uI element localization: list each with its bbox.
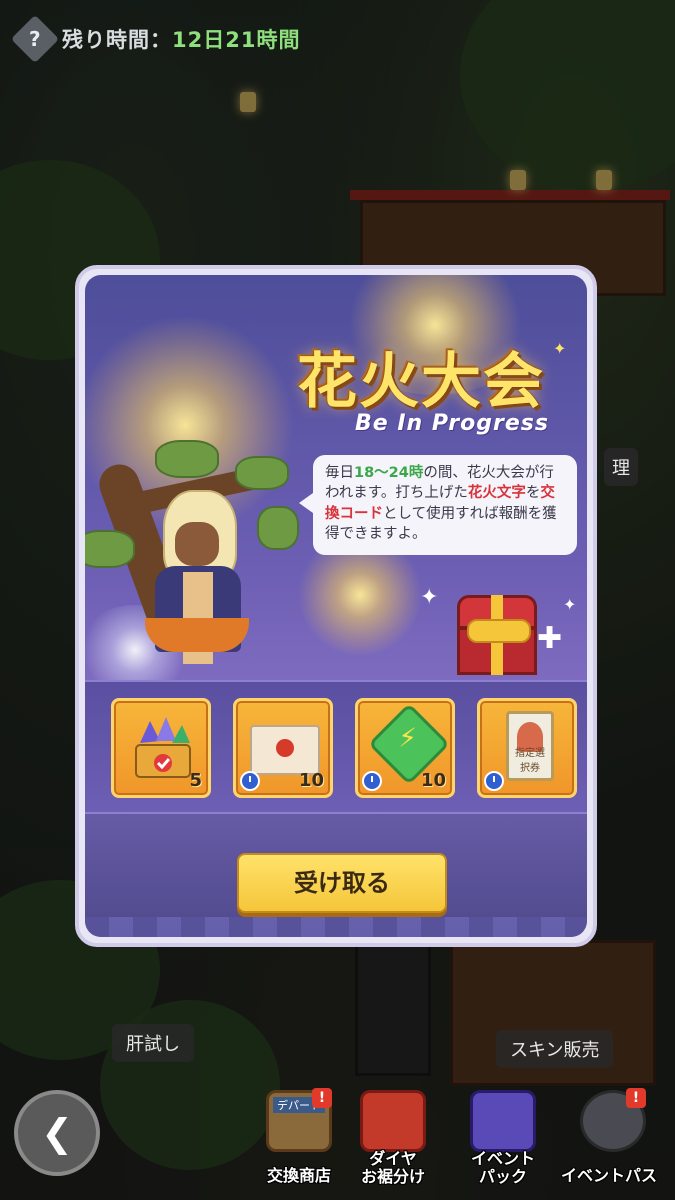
popup-footer-decoration: [85, 917, 587, 937]
chest-gold: [467, 619, 531, 643]
red-envelope-icon: [360, 1090, 426, 1152]
gift-box-icon: [470, 1090, 536, 1152]
leaf: [85, 530, 135, 568]
sealed-letter-icon: [250, 725, 320, 775]
map-label-test-of-courage[interactable]: 肝試し: [112, 1024, 194, 1062]
desc-hours: 18〜24時: [354, 465, 424, 481]
reward-count: 5: [189, 770, 202, 791]
diamond-share-label: ダイヤ お裾分け: [360, 1149, 425, 1186]
ticket-label: 指定選択券: [515, 748, 545, 774]
event-pass-button[interactable]: ! イベントパス: [558, 1080, 668, 1192]
timer-label: 残り時間：: [62, 28, 172, 52]
event-subtitle: Be In Progress: [355, 411, 549, 436]
clock-icon: [484, 771, 504, 791]
map-label-partial[interactable]: 理: [604, 448, 638, 486]
character-cape: [145, 618, 249, 652]
treasure-chest-icon: [457, 595, 537, 675]
event-character: [85, 440, 299, 670]
leaf: [257, 506, 299, 550]
selection-ticket-icon: 指定選択券: [506, 711, 554, 781]
reward-item-energy[interactable]: 10: [355, 698, 455, 798]
diamond-share-button[interactable]: ダイヤ お裾分け: [338, 1080, 448, 1192]
desc-text: を: [525, 485, 541, 502]
timer-value: 12日21時間: [172, 28, 301, 52]
reward-item-letter[interactable]: 10: [233, 698, 333, 798]
event-pass-label: イベントパス: [560, 1166, 657, 1185]
event-banner: ✦ ✦ ✚ ✦ 花火大会 Be In Progress 毎日18〜24時の間、花…: [85, 275, 587, 680]
desc-text: 毎日: [325, 465, 354, 481]
desc-keyword: 花火文字: [467, 485, 526, 502]
back-button[interactable]: ❮: [14, 1090, 100, 1176]
notification-badge: !: [626, 1088, 646, 1108]
back-arrow-icon: ❮: [41, 1111, 73, 1155]
reward-item-ticket[interactable]: 指定選択券: [477, 698, 577, 798]
reward-list: 5 10 10 指定選択券: [85, 680, 587, 814]
map-label-skin-shop[interactable]: スキン販売: [496, 1030, 614, 1068]
description-bubble: 毎日18〜24時の間、花火大会が行われます。打ち上げた花火文字を交換コードとして…: [299, 455, 577, 555]
event-pack-button[interactable]: イベント パック: [448, 1080, 558, 1192]
sparkle-icon: ✦: [563, 595, 577, 614]
event-timer: ? 残り時間： 12日21時間: [10, 14, 301, 64]
gem-chest-icon: [135, 717, 191, 778]
notification-badge: !: [312, 1088, 332, 1108]
reward-item-gem-chest[interactable]: 5: [111, 698, 211, 798]
character-face: [175, 522, 219, 566]
sparkle-icon: ✦: [553, 339, 567, 358]
clock-icon: [240, 771, 260, 791]
leaf: [155, 440, 219, 478]
fireworks-event-popup: ✦ ✦ ✚ ✦ 花火大会 Be In Progress 毎日18〜24時の間、花…: [75, 265, 597, 947]
reward-count: 10: [298, 770, 324, 791]
sparkle-icon: ✦: [420, 585, 439, 610]
event-title: 花火大会: [297, 347, 545, 417]
popup-body: ✦ ✦ ✚ ✦ 花火大会 Be In Progress 毎日18〜24時の間、花…: [85, 275, 587, 937]
sparkle-icon: ✚: [537, 621, 563, 656]
help-icon[interactable]: ?: [10, 14, 60, 64]
clock-icon: [362, 771, 382, 791]
leaf: [235, 456, 289, 490]
reward-count: 10: [420, 770, 446, 791]
bubble-tail: [299, 493, 313, 513]
event-pack-label: イベント パック: [470, 1149, 535, 1186]
claim-button[interactable]: 受け取る: [237, 853, 447, 913]
